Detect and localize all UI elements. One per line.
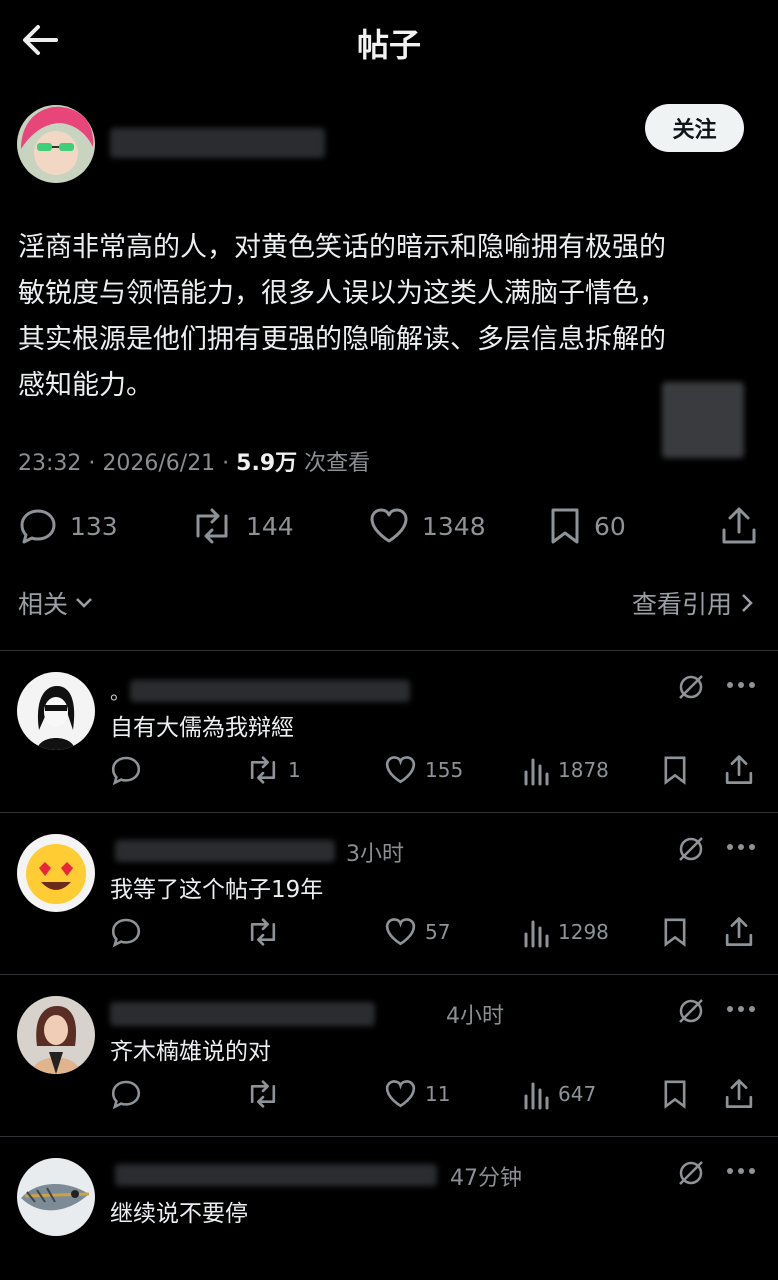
share-icon[interactable] (724, 916, 754, 948)
related-dropdown[interactable]: 相关 (18, 585, 94, 621)
comment-item[interactable]: 47分钟 继续说不要停 (0, 1136, 778, 1280)
bookmark-icon[interactable] (662, 916, 688, 948)
comment-item[interactable]: 4小时 齐木楠雄说的对 11 647 (0, 974, 778, 1134)
comment-retweet-action[interactable] (246, 916, 288, 948)
like-action[interactable]: 1348 (368, 506, 486, 546)
retweet-icon (246, 1078, 280, 1110)
view-count: 1878 (558, 758, 609, 782)
retweet-icon (246, 754, 280, 786)
comment-views-action[interactable]: 1878 (522, 754, 609, 786)
author-avatar[interactable] (17, 105, 95, 183)
view-count: 647 (558, 1082, 597, 1106)
chevron-right-icon (740, 592, 754, 614)
heart-icon (368, 506, 410, 546)
more-icon[interactable] (726, 1004, 756, 1014)
chevron-down-icon (74, 596, 94, 610)
share-icon[interactable] (720, 506, 758, 546)
post-line: 感知能力。 (18, 370, 153, 401)
avatar[interactable] (17, 672, 95, 750)
author-name-redacted (110, 128, 325, 158)
bookmark-action[interactable]: 60 (548, 506, 626, 546)
comment-time: 3小时 (346, 842, 404, 867)
avatar[interactable] (17, 834, 95, 912)
comment-time: 47分钟 (450, 1166, 522, 1191)
like-count: 11 (425, 1082, 451, 1106)
comment-reply-action[interactable] (110, 754, 150, 786)
view-suffix: 次查看 (297, 451, 371, 476)
comment-like-action[interactable]: 11 (384, 1078, 450, 1110)
reply-icon (110, 1078, 142, 1110)
follow-button[interactable]: 关注 (645, 104, 744, 152)
views-icon (522, 754, 550, 786)
commenter-name-redacted (130, 680, 410, 702)
share-icon[interactable] (724, 754, 754, 786)
reply-count: 133 (70, 511, 118, 541)
views-icon (522, 916, 550, 948)
grok-icon[interactable] (676, 834, 706, 864)
reply-icon (110, 916, 142, 948)
comment-time: 4小时 (446, 1004, 504, 1029)
post-line: 敏锐度与领悟能力，很多人误以为这类人满脑子情色， (18, 278, 666, 309)
commenter-name-redacted (110, 1002, 375, 1026)
comment-like-action[interactable]: 155 (384, 754, 463, 786)
commenter-name-redacted (115, 840, 335, 862)
like-count: 155 (425, 758, 464, 782)
retweet-count: 1 (288, 758, 301, 782)
avatar[interactable] (17, 996, 95, 1074)
comment-text: 齐木楠雄说的对 (110, 1039, 271, 1065)
view-quotes-link[interactable]: 查看引用 (632, 585, 754, 621)
comment-text: 我等了这个帖子19年 (110, 877, 324, 903)
post-line: 淫商非常高的人，对黄色笑话的暗示和隐喻拥有极强的 (18, 232, 666, 263)
related-label: 相关 (18, 590, 69, 619)
grok-icon[interactable] (676, 996, 706, 1026)
bookmark-icon (548, 506, 582, 546)
view-count: 1298 (558, 920, 609, 944)
redacted-image (662, 382, 744, 458)
page-title: 帖子 (356, 26, 421, 64)
like-count: 1348 (422, 511, 486, 541)
post-body: 淫商非常高的人，对黄色笑话的暗示和隐喻拥有极强的 敏锐度与领悟能力，很多人误以为… (18, 225, 758, 409)
commenter-name-redacted (115, 1164, 437, 1186)
retweet-icon (190, 506, 234, 546)
post-line: 其实根源是他们拥有更强的隐喻解读、多层信息拆解的 (18, 324, 666, 355)
views-icon (522, 1078, 550, 1110)
bookmark-icon[interactable] (662, 1078, 688, 1110)
reply-action[interactable]: 133 (18, 506, 118, 546)
comment-like-action[interactable]: 57 (384, 916, 450, 948)
comment-views-action[interactable]: 647 (522, 1078, 596, 1110)
heart-icon (384, 1078, 417, 1110)
bookmark-count: 60 (594, 511, 626, 541)
avatar[interactable] (17, 1158, 95, 1236)
retweet-action[interactable]: 144 (190, 506, 294, 546)
reply-icon (110, 754, 142, 786)
comment-text: 继续说不要停 (110, 1201, 248, 1227)
more-icon[interactable] (726, 680, 756, 690)
share-icon[interactable] (724, 1078, 754, 1110)
comment-retweet-action[interactable]: 1 (246, 754, 301, 786)
post-time: 23:32 · 2026/6/21 · (18, 451, 237, 476)
heart-icon (384, 916, 417, 948)
comment-text: 自有大儒為我辩經 (110, 715, 294, 741)
quotes-label: 查看引用 (631, 590, 732, 619)
retweet-icon (246, 916, 280, 948)
bookmark-icon[interactable] (662, 754, 688, 786)
reply-icon (18, 506, 58, 546)
comment-item[interactable]: 3小时 我等了这个帖子19年 57 1298 (0, 812, 778, 972)
view-count: 5.9万 (236, 451, 298, 476)
grok-icon[interactable] (676, 1158, 706, 1188)
post-meta: 23:32 · 2026/6/21 · 5.9万 次查看 (18, 445, 370, 477)
comment-views-action[interactable]: 1298 (522, 916, 609, 948)
like-count: 57 (425, 920, 451, 944)
comment-reply-action[interactable] (110, 1078, 150, 1110)
grok-icon[interactable] (676, 672, 706, 702)
comment-item[interactable]: 。 自有大儒為我辩經 1 155 1878 (0, 650, 778, 810)
more-icon[interactable] (726, 1166, 756, 1176)
comment-name-prefix: 。 (110, 680, 130, 704)
comment-retweet-action[interactable] (246, 1078, 288, 1110)
comment-reply-action[interactable] (110, 916, 150, 948)
heart-icon (384, 754, 417, 786)
more-icon[interactable] (726, 842, 756, 852)
retweet-count: 144 (246, 511, 294, 541)
